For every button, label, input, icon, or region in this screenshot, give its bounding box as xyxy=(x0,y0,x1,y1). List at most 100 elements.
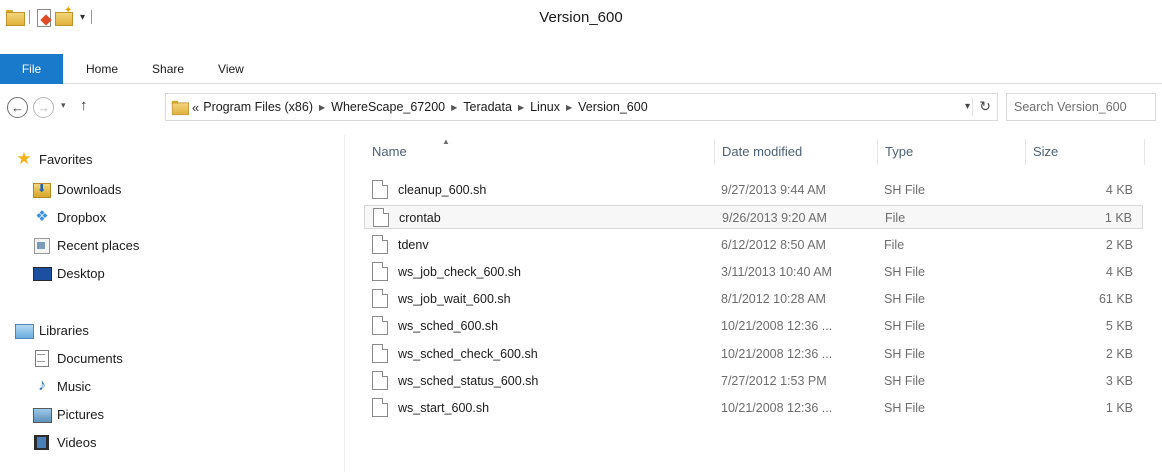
sidebar-item-desktop[interactable]: Desktop xyxy=(33,260,105,286)
back-button[interactable]: ← xyxy=(7,97,28,118)
file-row[interactable]: ws_sched_600.sh 10/21/2008 12:36 ... SH … xyxy=(364,314,1143,338)
tab-file[interactable]: File xyxy=(0,54,63,84)
search-input[interactable]: Search Version_600 xyxy=(1006,93,1156,121)
sidebar-item-favorites[interactable]: ★ Favorites xyxy=(15,146,92,172)
address-bar[interactable]: « Program Files (x86) ▶ WhereScape_67200… xyxy=(165,93,998,121)
pictures-icon xyxy=(33,406,52,423)
file-icon xyxy=(372,235,388,254)
file-size: 61 KB xyxy=(1098,292,1133,306)
column-header-type[interactable]: Type xyxy=(885,135,913,169)
column-header-date-modified[interactable]: Date modified xyxy=(722,135,802,169)
up-button[interactable]: ↑ xyxy=(80,97,88,114)
sidebar-item-label: Dropbox xyxy=(57,209,107,225)
recent-locations-dropdown[interactable]: ▾ xyxy=(61,100,66,111)
column-divider[interactable] xyxy=(1144,139,1145,165)
sidebar-item-videos[interactable]: Videos xyxy=(33,429,97,455)
sidebar-item-libraries[interactable]: Libraries xyxy=(15,317,89,343)
sidebar-item-pictures[interactable]: Pictures xyxy=(33,401,104,427)
file-type: SH File xyxy=(884,374,925,388)
sidebar-item-dropbox[interactable]: ❖ Dropbox xyxy=(33,204,106,230)
sidebar-item-documents[interactable]: Documents xyxy=(33,345,123,371)
file-size: 5 KB xyxy=(1105,319,1133,333)
sidebar-item-label: Pictures xyxy=(57,406,104,422)
file-name: cleanup_600.sh xyxy=(398,183,487,197)
file-row[interactable]: ws_start_600.sh 10/21/2008 12:36 ... SH … xyxy=(364,396,1143,420)
column-divider[interactable] xyxy=(714,139,715,165)
file-date-modified: 10/21/2008 12:36 ... xyxy=(721,319,833,333)
breadcrumb-separator[interactable]: ▶ xyxy=(319,103,325,112)
file-type: SH File xyxy=(884,292,925,306)
breadcrumb-separator[interactable]: ▶ xyxy=(566,103,572,112)
recent-places-icon xyxy=(33,237,51,254)
file-row[interactable]: crontab 9/26/2013 9:20 AM File 1 KB xyxy=(364,205,1143,229)
file-row[interactable]: ws_job_check_600.sh 3/11/2013 10:40 AM S… xyxy=(364,260,1143,284)
sidebar-item-label: Recent places xyxy=(57,237,140,253)
sidebar-item-label: Libraries xyxy=(39,322,89,338)
sidebar-item-recent-places[interactable]: Recent places xyxy=(33,232,139,258)
file-name: ws_job_check_600.sh xyxy=(398,265,521,279)
column-header-name[interactable]: Name xyxy=(372,135,407,169)
downloads-icon xyxy=(33,181,51,198)
address-history-dropdown[interactable]: ▾ xyxy=(965,101,970,112)
file-type: File xyxy=(884,238,905,252)
file-size: 4 KB xyxy=(1105,265,1133,279)
file-date-modified: 6/12/2012 8:50 AM xyxy=(721,238,826,252)
sort-ascending-icon: ▲ xyxy=(442,137,450,146)
file-icon xyxy=(372,344,388,363)
file-icon xyxy=(372,262,388,281)
column-header-size[interactable]: Size xyxy=(1033,135,1058,169)
file-name: crontab xyxy=(399,211,441,225)
file-row[interactable]: ws_job_wait_600.sh 8/1/2012 10:28 AM SH … xyxy=(364,287,1143,311)
breadcrumb: « Program Files (x86) ▶ WhereScape_67200… xyxy=(192,100,648,115)
file-icon xyxy=(373,208,389,227)
file-type: SH File xyxy=(884,183,925,197)
file-row[interactable]: cleanup_600.sh 9/27/2013 9:44 AM SH File… xyxy=(364,178,1143,202)
forward-button[interactable]: → xyxy=(33,97,54,118)
sidebar-item-label: Downloads xyxy=(57,181,122,197)
breadcrumb-item[interactable]: Linux xyxy=(530,100,560,114)
file-type: SH File xyxy=(884,401,925,415)
file-date-modified: 7/27/2012 1:53 PM xyxy=(721,374,827,388)
file-size: 1 KB xyxy=(1104,211,1132,225)
tab-view[interactable]: View xyxy=(201,54,261,84)
refresh-icon[interactable]: ↻ xyxy=(979,98,991,115)
file-size: 2 KB xyxy=(1105,238,1133,252)
dropbox-icon: ❖ xyxy=(35,208,49,225)
file-icon xyxy=(372,316,388,335)
breadcrumb-item[interactable]: WhereScape_67200 xyxy=(331,100,445,114)
file-type: SH File xyxy=(884,265,925,279)
title-bar: ▾ Version_600 xyxy=(0,0,1162,33)
breadcrumb-item[interactable]: Program Files (x86) xyxy=(203,100,313,114)
file-date-modified: 9/27/2013 9:44 AM xyxy=(721,183,826,197)
file-size: 2 KB xyxy=(1105,347,1133,361)
videos-icon xyxy=(33,434,51,450)
sidebar-item-downloads[interactable]: Downloads xyxy=(33,176,121,202)
breadcrumb-item[interactable]: Teradata xyxy=(463,100,512,114)
column-divider[interactable] xyxy=(1025,139,1026,165)
breadcrumb-separator[interactable]: ▶ xyxy=(451,103,457,112)
column-divider[interactable] xyxy=(877,139,878,165)
file-icon xyxy=(372,398,388,417)
file-type: SH File xyxy=(884,319,925,333)
ribbon-tabs: File Home Share View xyxy=(0,54,261,84)
file-name: ws_sched_status_600.sh xyxy=(398,374,539,388)
breadcrumb-item[interactable]: Version_600 xyxy=(578,100,648,114)
file-date-modified: 10/21/2008 12:36 ... xyxy=(721,347,833,361)
sidebar-item-music[interactable]: ♪ Music xyxy=(33,373,91,399)
file-row[interactable]: tdenv 6/12/2012 8:50 AM File 2 KB xyxy=(364,233,1143,257)
file-date-modified: 3/11/2013 10:40 AM xyxy=(721,265,832,279)
navigation-pane: ★ Favorites Downloads ❖ Dropbox Recent p… xyxy=(0,135,345,472)
file-size: 4 KB xyxy=(1105,183,1133,197)
music-icon: ♪ xyxy=(38,377,46,394)
tab-home[interactable]: Home xyxy=(69,54,135,84)
file-row[interactable]: ws_sched_status_600.sh 7/27/2012 1:53 PM… xyxy=(364,369,1143,393)
sidebar-item-label: Desktop xyxy=(57,265,105,281)
file-type: SH File xyxy=(884,347,925,361)
breadcrumb-overflow[interactable]: « xyxy=(192,100,199,115)
breadcrumb-separator[interactable]: ▶ xyxy=(518,103,524,112)
divider xyxy=(972,98,973,116)
window-title: Version_600 xyxy=(539,9,623,26)
file-row[interactable]: ws_sched_check_600.sh 10/21/2008 12:36 .… xyxy=(364,342,1143,366)
tab-share[interactable]: Share xyxy=(135,54,201,84)
file-name: ws_job_wait_600.sh xyxy=(398,292,511,306)
